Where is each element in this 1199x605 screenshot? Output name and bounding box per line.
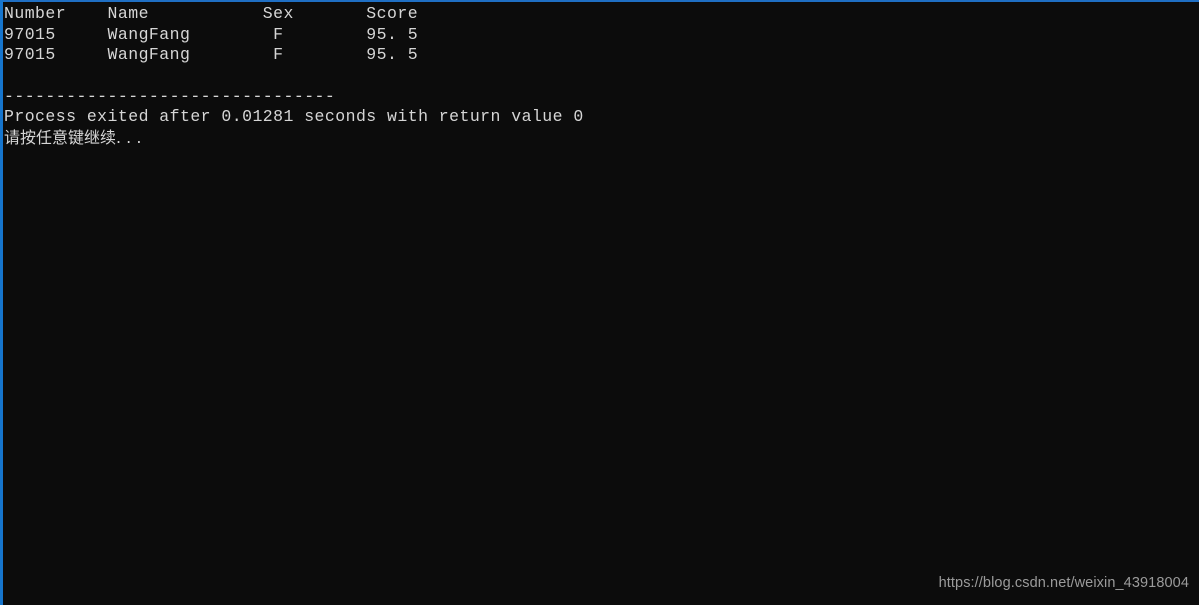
- window-top-edge: [0, 0, 1199, 2]
- blog-watermark: https://blog.csdn.net/weixin_43918004: [938, 575, 1189, 591]
- table-header-row: Number Name Sex Score: [4, 4, 419, 23]
- console-window: Number Name Sex Score 97015 WangFang F 9…: [0, 0, 1199, 605]
- process-exit-status: Process exited after 0.01281 seconds wit…: [4, 107, 584, 127]
- separator-line: --------------------------------: [4, 86, 336, 106]
- table-row: 97015 WangFang F 95. 5: [4, 45, 419, 65]
- console-output-area[interactable]: Number Name Sex Score 97015 WangFang F 9…: [4, 4, 1199, 605]
- table-row: 97015 WangFang F 95. 5: [4, 24, 419, 44]
- press-any-key-prompt: 请按任意键继续. . .: [4, 128, 142, 148]
- window-left-border: [0, 0, 3, 605]
